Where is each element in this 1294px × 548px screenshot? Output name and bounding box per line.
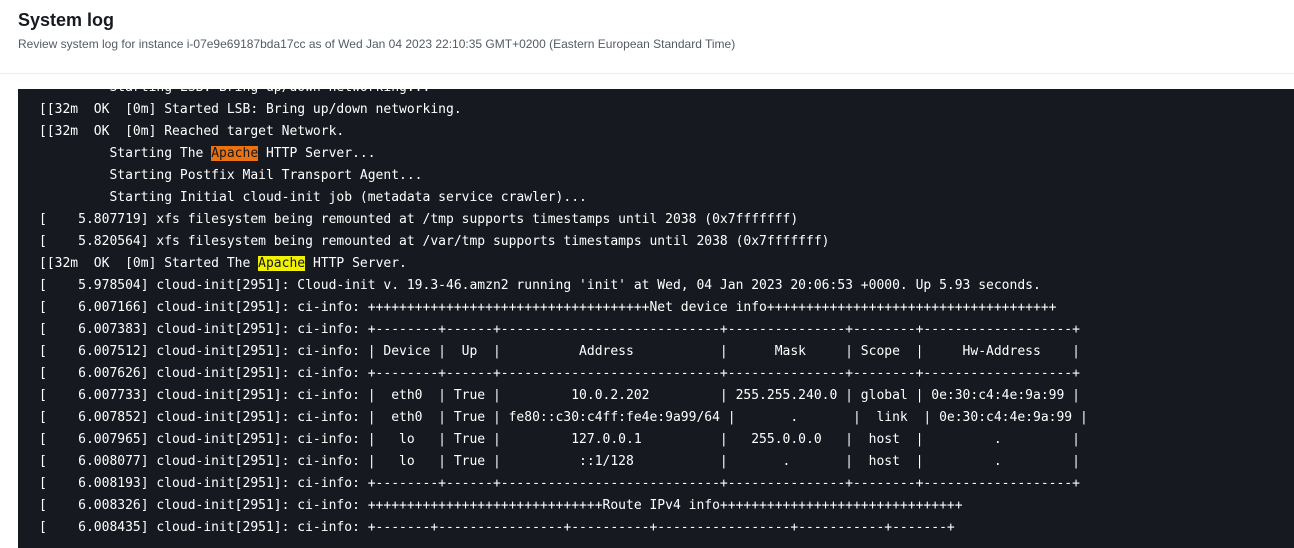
system-log-panel[interactable]: Starting LSB: Bring up/down networking..… — [18, 89, 1294, 548]
log-line: [[32m OK [0m] Started The Apache HTTP … — [39, 253, 1088, 275]
log-line: [[32m OK [0m] Started LSB: Bring up/do… — [39, 99, 1088, 121]
system-log-output: Starting LSB: Bring up/down networking..… — [39, 89, 1088, 539]
search-match: Apache — [258, 256, 305, 271]
log-line: [ 6.007626] cloud-init[2951]: ci-info: +… — [39, 363, 1088, 385]
log-line: [ 5.820564] xfs filesystem being remount… — [39, 231, 1088, 253]
log-line: Starting Postfix Mail Transport Agent... — [39, 165, 1088, 187]
log-line: [ 5.807719] xfs filesystem being remount… — [39, 209, 1088, 231]
log-line: [ 6.007383] cloud-init[2951]: ci-info: +… — [39, 319, 1088, 341]
log-line: [ 6.007512] cloud-init[2951]: ci-info: |… — [39, 341, 1088, 363]
log-line: Starting LSB: Bring up/down networking..… — [39, 89, 1088, 99]
log-line: [[32m OK [0m] Reached target Network. — [39, 121, 1088, 143]
log-line: [ 6.008326] cloud-init[2951]: ci-info: +… — [39, 495, 1088, 517]
search-match-current: Apache — [211, 146, 258, 161]
log-line: Starting Initial cloud-init job (metadat… — [39, 187, 1088, 209]
log-line: [ 6.008193] cloud-init[2951]: ci-info: +… — [39, 473, 1088, 495]
log-line: [ 6.008077] cloud-init[2951]: ci-info: |… — [39, 451, 1088, 473]
page-header: System log Review system log for instanc… — [0, 0, 1294, 74]
log-line: Starting The Apache HTTP Server... — [39, 143, 1088, 165]
log-line: [ 6.007733] cloud-init[2951]: ci-info: |… — [39, 385, 1088, 407]
log-line: [ 6.007852] cloud-init[2951]: ci-info: |… — [39, 407, 1088, 429]
log-line: [ 5.978504] cloud-init[2951]: Cloud-init… — [39, 275, 1088, 297]
log-line: [ 6.007166] cloud-init[2951]: ci-info: +… — [39, 297, 1088, 319]
page-title: System log — [18, 10, 114, 31]
page-subtitle: Review system log for instance i-07e9e69… — [18, 37, 735, 51]
log-line: [ 6.008435] cloud-init[2951]: ci-info: +… — [39, 517, 1088, 539]
log-line: [ 6.007965] cloud-init[2951]: ci-info: |… — [39, 429, 1088, 451]
